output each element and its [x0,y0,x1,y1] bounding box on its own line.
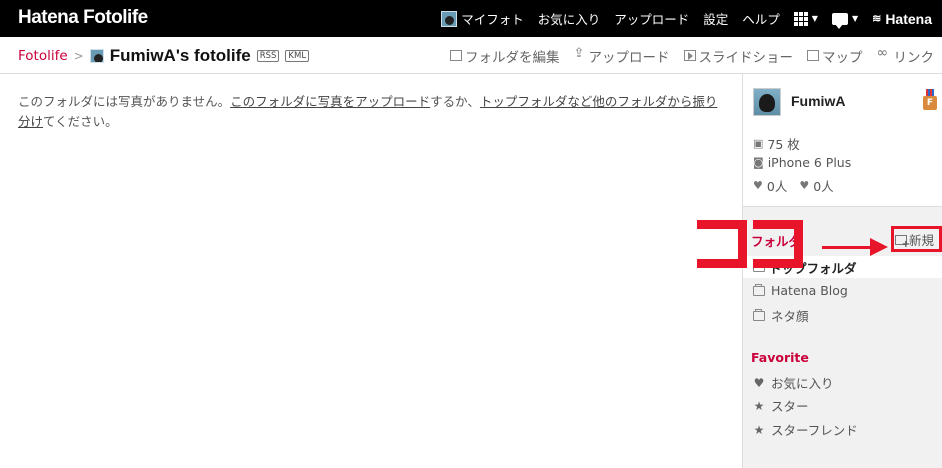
favorited-by-icon: ♥ [799,179,810,192]
annotation-highlight-box [891,226,942,252]
favorite-label: スターフレンド [771,423,858,438]
user-avatar-icon [441,10,458,27]
heart-icon: ♥ [753,375,765,390]
rss-badge[interactable]: RSS [256,49,280,62]
breadcrumb-separator: > [73,48,84,63]
username[interactable]: FumiwA [791,93,845,109]
upload-label: アップロード [614,12,690,27]
my-photo-label: マイフォト [461,12,524,27]
hatena-brand-label: Hatena [885,10,932,27]
upload-button[interactable]: アップロード [574,46,670,66]
hatena-fotolife-logo[interactable]: Hatena Fotolife [18,7,148,29]
camera-info[interactable]: ◙ iPhone 6 Plus [753,155,851,170]
slideshow-button[interactable]: スライドショー [683,46,794,66]
folder-label: Hatena Blog [771,283,848,298]
folder-actions: フォルダを編集 アップロード スライドショー マップ リンク [450,37,934,74]
folder-item-neta-gao[interactable]: ネタ顔 [753,306,809,325]
top-nav: マイフォト お気に入り アップロード 設定 ヘルプ ▼ ▼ ≋ Hatena [441,0,932,37]
map-icon [807,50,819,61]
apps-menu-button[interactable]: ▼ [793,11,818,26]
folder-icon [753,308,765,321]
favorite-label: スター [771,399,809,414]
message-suffix: てください。 [43,114,118,129]
photo-count-value: 75 枚 [767,137,800,152]
favorite-item-favorites[interactable]: ♥ お気に入り [753,373,834,392]
map-label: マップ [822,49,863,66]
camera-icon: ◙ [753,156,764,169]
message-mid: するか、 [430,94,480,109]
annotation-arrow-line [822,246,874,249]
link-button[interactable]: リンク [877,45,935,66]
star-icon: ★ [753,398,765,413]
sub-header: Fotolife > FumiwA's fotolife RSS KML フォル… [0,37,942,74]
chevron-down-icon: ▼ [851,14,859,23]
link-icon [877,45,891,61]
edit-folder-label: フォルダを編集 [465,49,560,66]
help-label: ヘルプ [742,12,780,27]
folder-icon [753,283,765,296]
profile-card: FumiwA F ▣ 75 枚 ◙ iPhone 6 Plus ♥ 0人 ♥ 0… [743,74,942,207]
settings-label: 設定 [703,12,729,27]
upload-link[interactable]: アップロード [614,9,689,28]
photos-icon: ▣ [753,137,764,150]
favorite-section-title: Favorite [751,350,809,365]
breadcrumb: Fotolife > FumiwA's fotolife RSS KML [18,37,310,74]
hatena-home-link[interactable]: ≋ Hatena [872,11,932,27]
empty-folder-message: このフォルダには写真がありません。このフォルダに写真をアップロードするか、トップ… [18,92,720,132]
map-button[interactable]: マップ [807,46,863,66]
edit-folder-button[interactable]: フォルダを編集 [450,46,560,66]
favorites-label: お気に入り [537,12,601,27]
favorite-item-star[interactable]: ★ スター [753,396,809,415]
favorites-count[interactable]: 0人 [767,176,787,195]
favorited-by-count[interactable]: 0人 [813,176,833,195]
message-prefix: このフォルダには写真がありません。 [18,94,231,109]
breadcrumb-fotolife-link[interactable]: Fotolife [18,48,68,64]
page-title[interactable]: FumiwA's fotolife [110,46,251,66]
photo-count[interactable]: ▣ 75 枚 [753,134,800,153]
folder-item-hatena-blog[interactable]: Hatena Blog [753,283,848,298]
upload-button-label: アップロード [588,49,670,66]
annotation-koko-mark [697,220,809,272]
user-avatar-icon [89,48,104,63]
favorites-stats: ♥ 0人 ♥ 0人 [753,176,834,195]
avatar[interactable] [753,88,781,116]
settings-link[interactable]: 設定 [703,9,728,28]
favorite-item-star-friend[interactable]: ★ スターフレンド [753,420,858,439]
camera-model: iPhone 6 Plus [767,155,852,170]
my-photo-link[interactable]: マイフォト [441,9,524,28]
favorites-link[interactable]: お気に入り [538,9,601,28]
star-icon: ★ [753,422,765,437]
notifications-button[interactable]: ▼ [831,12,859,29]
kml-badge[interactable]: KML [285,49,310,62]
chevron-down-icon: ▼ [811,14,818,23]
heart-icon: ♥ [753,179,763,192]
folder-label: ネタ顔 [771,309,809,324]
medal-badge-icon: F [923,89,937,111]
slideshow-label: スライドショー [698,49,794,66]
help-link[interactable]: ヘルプ [742,9,780,28]
speech-bubble-icon [831,12,848,29]
upload-icon [574,46,586,61]
upload-to-folder-link[interactable]: このフォルダに写真をアップロード [230,94,430,109]
list-icon [450,50,462,61]
favorite-label: お気に入り [771,376,834,391]
top-bar: Hatena Fotolife マイフォト お気に入り アップロード 設定 ヘル… [0,0,942,37]
play-icon [683,50,696,61]
annotation-arrow-head-icon [870,238,888,256]
hatena-wing-icon: ≋ [872,13,882,25]
link-label: リンク [893,49,935,66]
grid-icon [793,11,808,26]
